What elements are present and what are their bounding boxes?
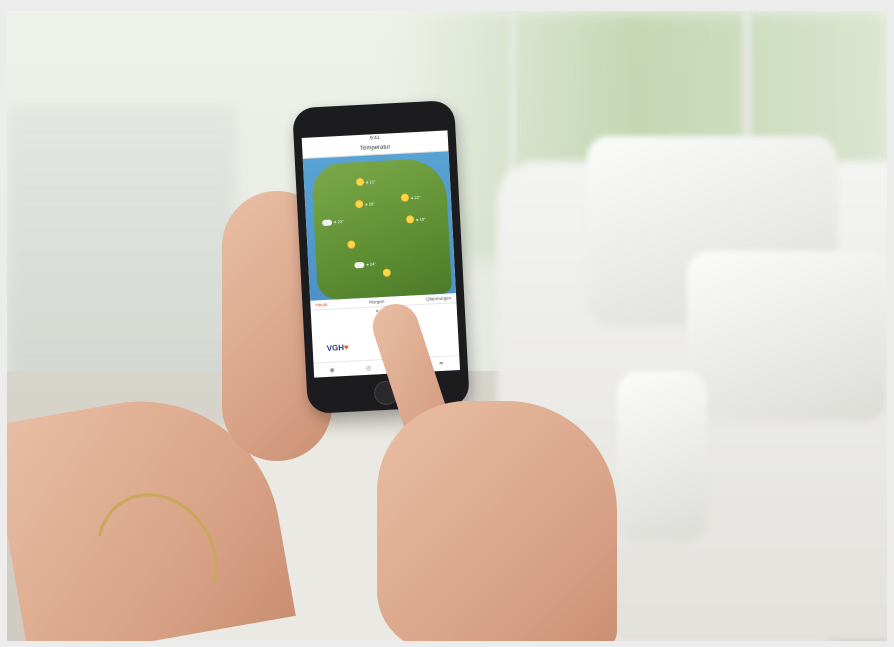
smartphone: 9:41 Temperatur ● 21° ● 22° ● 20° ● 23° … (292, 99, 470, 415)
map-temp-label: ● 21° (365, 179, 376, 185)
sofa-cushion (687, 251, 887, 421)
map-temp-label: ● 20° (365, 201, 375, 207)
tab-tomorrow[interactable]: Morgen (369, 299, 385, 305)
camera-icon[interactable]: ◎ (366, 364, 372, 371)
umbrella-icon[interactable]: ☂ (438, 360, 445, 367)
cloud-icon (321, 219, 333, 227)
weather-map[interactable]: ● 21° ● 22° ● 20° ● 23° ● 19° ● 24° (302, 151, 456, 301)
vgh-logo: VGH♥ (326, 343, 349, 353)
map-temp-label: ● 22° (410, 194, 421, 201)
map-land (311, 157, 452, 301)
tab-day-after-tomorrow[interactable]: Übermorgen (426, 295, 451, 301)
sofa-armrest (617, 371, 707, 541)
map-icon[interactable]: ◉ (329, 366, 335, 373)
map-temp-label: ● 23° (333, 218, 344, 225)
cloud-icon (354, 261, 365, 269)
map-temp-label: ● 24° (366, 261, 377, 267)
logo-accent: ♥ (343, 342, 350, 353)
logo-text: VGH (326, 343, 345, 353)
map-temp-label: ● 19° (415, 216, 426, 223)
tab-today[interactable]: Heute (315, 302, 327, 308)
side-table (7, 106, 237, 396)
photo: 9:41 Temperatur ● 21° ● 22° ● 20° ● 23° … (7, 11, 887, 641)
right-hand (377, 401, 617, 641)
